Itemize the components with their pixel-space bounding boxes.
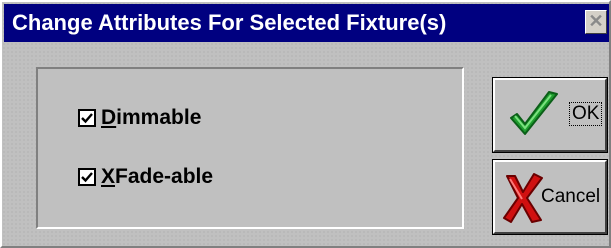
dimmable-option[interactable]: Dimmable	[78, 106, 201, 130]
xfadeable-mnemonic: X	[101, 165, 116, 188]
cancel-button[interactable]: Cancel	[492, 159, 608, 235]
xfadeable-label: XFade-able	[101, 165, 213, 189]
dimmable-mnemonic: D	[101, 106, 117, 129]
close-icon: ✕	[588, 11, 604, 31]
checkmark-glyph-icon	[81, 113, 93, 124]
dimmable-checkbox[interactable]	[78, 109, 96, 127]
change-attributes-dialog: Change Attributes For Selected Fixture(s…	[0, 0, 611, 248]
cancel-label: Cancel	[541, 186, 601, 207]
title-bar[interactable]: Change Attributes For Selected Fixture(s…	[4, 4, 609, 42]
xfadeable-label-rest: Fade-able	[115, 165, 214, 188]
dimmable-label: Dimmable	[101, 106, 201, 130]
ok-button[interactable]: OK	[492, 77, 608, 153]
x-mark-icon	[503, 173, 543, 223]
xfadeable-option[interactable]: XFade-able	[78, 165, 213, 189]
xfadeable-checkbox[interactable]	[78, 168, 96, 186]
checkmark-glyph-icon	[81, 172, 93, 183]
checkmark-icon	[510, 91, 558, 135]
close-button[interactable]: ✕	[585, 10, 607, 34]
dimmable-label-rest: immable	[116, 106, 202, 129]
ok-label: OK	[569, 102, 603, 126]
dialog-title: Change Attributes For Selected Fixture(s…	[12, 10, 447, 35]
attributes-group-panel: Dimmable XFade-able	[36, 67, 464, 229]
